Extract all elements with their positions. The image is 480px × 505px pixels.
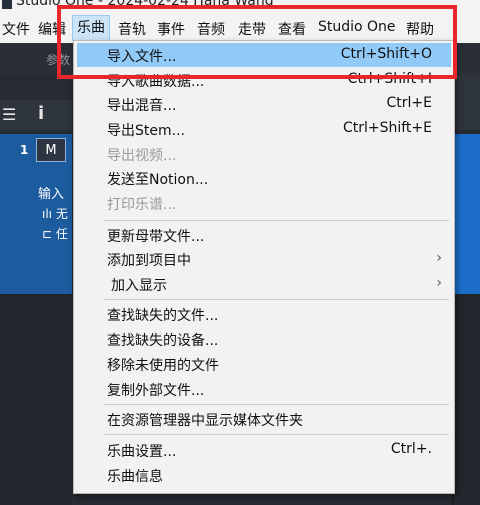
menu-item-remove-unused-files[interactable]: 移除未使用的文件 (74, 352, 454, 376)
menu-item-label: 乐曲信息 (107, 469, 163, 485)
menu-item-add-to-project[interactable]: 添加到项目中 › (74, 247, 454, 271)
arrange-empty-area (452, 294, 480, 505)
menu-item-label: 发送至Notion... (107, 172, 209, 188)
menu-item-find-missing-devices[interactable]: 查找缺失的设备... (74, 327, 454, 351)
menu-item-label: 移除未使用的文件 (107, 358, 219, 374)
track-list-empty-area (0, 294, 72, 505)
menu-item-copy-external-files[interactable]: 复制外部文件... (74, 377, 454, 401)
menu-separator (104, 299, 449, 300)
menu-item-label: 打印乐谱... (107, 197, 177, 213)
chevron-right-icon: › (436, 250, 442, 266)
menu-item-send-to-notion[interactable]: 发送至Notion... (74, 166, 454, 190)
menu-item-add-display[interactable]: 加入显示 › (74, 272, 454, 296)
menu-item-label: 导出Stem... (107, 123, 185, 139)
track-input-value[interactable]: ılı 无 (42, 205, 68, 222)
output-icon: ⊏ (42, 227, 56, 241)
mute-button[interactable]: M (36, 138, 66, 162)
menu-item-find-missing-files[interactable]: 查找缺失的文件... (74, 302, 454, 326)
menu-item-label: 查找缺失的文件... (107, 308, 219, 324)
menu-item-print-score: 打印乐谱... (74, 191, 454, 215)
menu-item-song-info[interactable]: 乐曲信息 (74, 463, 454, 487)
menu-item-song-setup[interactable]: 乐曲设置... Ctrl+. (74, 438, 454, 462)
menu-item-shortcut: Ctrl+Shift+E (342, 120, 432, 136)
highlight-box (57, 5, 457, 79)
menu-item-show-media-folder[interactable]: 在资源管理器中显示媒体文件夹 (74, 407, 454, 431)
menu-item-export-video: 导出视频... (74, 142, 454, 166)
menu-item-label: 导出混音... (107, 98, 177, 114)
menu-separator (104, 434, 449, 435)
input-value-text: 无 (55, 207, 68, 221)
menu-item-label: 加入显示 (111, 278, 167, 294)
output-value-text: 任 (55, 227, 68, 241)
menu-item-export-stems[interactable]: 导出Stem... Ctrl+Shift+E (74, 117, 454, 141)
menu-item-label: 乐曲设置... (107, 444, 177, 460)
app-icon (2, 0, 12, 9)
menu-item-label: 复制外部文件... (107, 383, 205, 399)
info-icon[interactable]: i (38, 103, 44, 124)
song-dropdown-menu: 导入文件... Ctrl+Shift+O 导入歌曲数据... Ctrl+Shif… (73, 40, 455, 494)
track-number: 1 (20, 143, 29, 157)
menu-item-shortcut: Ctrl+. (390, 441, 432, 457)
menu-item-label: 在资源管理器中显示媒体文件夹 (107, 413, 303, 429)
list-icon[interactable]: ☰ (2, 105, 20, 124)
menu-item-update-master-file[interactable]: 更新母带文件... (74, 223, 454, 247)
menu-item-label: 导出视频... (107, 148, 177, 164)
menu-separator (104, 404, 449, 405)
menu-item-export-mixdown[interactable]: 导出混音... Ctrl+E (74, 92, 454, 116)
menu-item-label: 添加到项目中 (107, 253, 191, 269)
menu-file[interactable]: 文件 (2, 19, 30, 39)
menu-separator (104, 220, 449, 221)
track-input-label: 输入 (38, 187, 65, 202)
track-output-value[interactable]: ⊏ 任 (42, 225, 68, 242)
input-icon: ılı (42, 207, 56, 221)
right-panel-toolbar (452, 75, 480, 130)
menu-item-shortcut: Ctrl+E (386, 95, 433, 111)
menu-item-label: 查找缺失的设备... (107, 333, 219, 349)
menu-item-label: 更新母带文件... (107, 229, 205, 245)
chevron-right-icon: › (436, 275, 442, 291)
track-event-region[interactable] (452, 134, 480, 294)
